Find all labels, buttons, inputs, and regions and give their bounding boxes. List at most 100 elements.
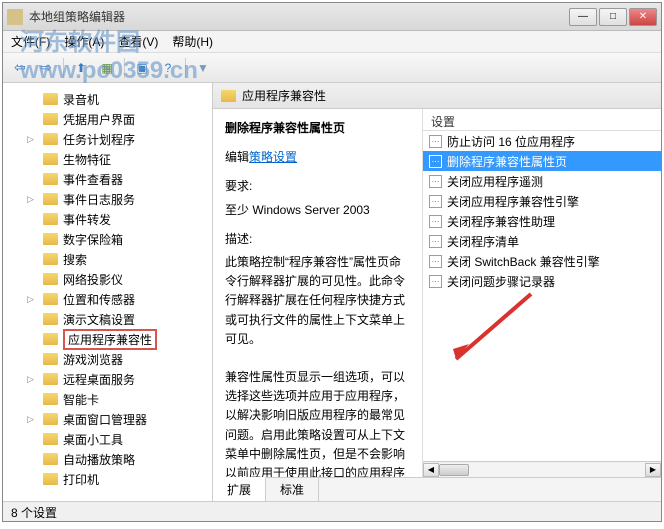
tabs: 扩展 标准 bbox=[213, 477, 661, 501]
policy-icon: ⋯ bbox=[429, 195, 442, 208]
tree-item[interactable]: 搜索 bbox=[3, 249, 212, 269]
minimize-button[interactable]: — bbox=[569, 8, 597, 26]
setting-label: 关闭问题步骤记录器 bbox=[447, 273, 555, 290]
expand-arrow-icon[interactable]: ▷ bbox=[27, 194, 34, 205]
filter-button[interactable]: ▼ bbox=[192, 57, 214, 79]
folder-icon bbox=[43, 353, 58, 365]
tree-item-label: 桌面小工具 bbox=[63, 431, 123, 448]
toolbar-separator bbox=[185, 58, 186, 78]
tree-item[interactable]: 应用程序兼容性 bbox=[3, 329, 212, 349]
expand-arrow-icon[interactable]: ▷ bbox=[27, 134, 34, 145]
tree-item[interactable]: 自动播放策略 bbox=[3, 449, 212, 469]
setting-label: 删除程序兼容性属性页 bbox=[447, 153, 567, 170]
setting-label: 防止访问 16 位应用程序 bbox=[447, 133, 575, 150]
tree-item[interactable]: 网络投影仪 bbox=[3, 269, 212, 289]
policy-icon: ⋯ bbox=[429, 155, 442, 168]
policy-icon: ⋯ bbox=[429, 215, 442, 228]
setting-row[interactable]: ⋯关闭应用程序兼容性引擎 bbox=[423, 191, 661, 211]
folder-icon bbox=[43, 253, 58, 265]
setting-row[interactable]: ⋯关闭应用程序遥测 bbox=[423, 171, 661, 191]
window-controls: — □ ✕ bbox=[569, 8, 657, 26]
tree-item[interactable]: 生物特征 bbox=[3, 149, 212, 169]
forward-button[interactable]: ⇨ bbox=[35, 57, 57, 79]
tab-standard[interactable]: 标准 bbox=[266, 477, 319, 501]
menubar: 文件(F) 操作(A) 查看(V) 帮助(H) bbox=[3, 31, 661, 53]
tree-item[interactable]: ▷位置和传感器 bbox=[3, 289, 212, 309]
folder-icon bbox=[43, 453, 58, 465]
setting-row[interactable]: ⋯ 删除程序兼容性属性页 bbox=[423, 151, 661, 171]
menu-view[interactable]: 查看(V) bbox=[118, 33, 158, 50]
edit-prefix: 编辑 bbox=[225, 150, 249, 164]
scroll-thumb[interactable] bbox=[439, 464, 469, 476]
right-header: 应用程序兼容性 bbox=[213, 83, 661, 109]
toolbar: ⇦ ⇨ ⬆ ▦ ▣ ? ▼ bbox=[3, 53, 661, 83]
expand-arrow-icon[interactable]: ▷ bbox=[27, 294, 34, 305]
tree-item[interactable]: 数字保险箱 bbox=[3, 229, 212, 249]
folder-icon bbox=[43, 373, 58, 385]
tree-item[interactable]: 桌面小工具 bbox=[3, 429, 212, 449]
folder-icon bbox=[43, 153, 58, 165]
tree-item[interactable]: 事件查看器 bbox=[3, 169, 212, 189]
folder-icon bbox=[43, 193, 58, 205]
policy-settings-link[interactable]: 策略设置 bbox=[249, 150, 297, 164]
scroll-right-button[interactable]: ▶ bbox=[645, 463, 661, 477]
tree-pane[interactable]: 录音机凭据用户界面▷任务计划程序生物特征事件查看器▷事件日志服务事件转发数字保险… bbox=[3, 83, 213, 501]
tree-item-label: 远程桌面服务 bbox=[63, 371, 135, 388]
tree-item-label: 应用程序兼容性 bbox=[63, 329, 157, 350]
tree-item[interactable]: 打印机 bbox=[3, 469, 212, 489]
scroll-left-button[interactable]: ◀ bbox=[423, 463, 439, 477]
detail-column: 删除程序兼容性属性页 编辑策略设置 要求: 至少 Windows Server … bbox=[213, 109, 423, 477]
setting-row[interactable]: ⋯关闭 SwitchBack 兼容性引擎 bbox=[423, 251, 661, 271]
tree-item[interactable]: ▷任务计划程序 bbox=[3, 129, 212, 149]
back-button[interactable]: ⇦ bbox=[9, 57, 31, 79]
scroll-track[interactable] bbox=[439, 463, 645, 477]
tree-item[interactable]: ▷ 远程桌面服务 bbox=[3, 369, 212, 389]
settings-list[interactable]: ⋯防止访问 16 位应用程序⋯删除程序兼容性属性页⋯关闭应用程序遥测⋯关闭应用程… bbox=[423, 131, 661, 461]
app-icon bbox=[7, 9, 23, 25]
tree-item[interactable]: 游戏浏览器 bbox=[3, 349, 212, 369]
req-label: 要求: bbox=[225, 177, 410, 196]
menu-file[interactable]: 文件(F) bbox=[11, 33, 50, 50]
req-value: 至少 Windows Server 2003 bbox=[225, 201, 410, 220]
body: 录音机凭据用户界面▷任务计划程序生物特征事件查看器▷事件日志服务事件转发数字保险… bbox=[3, 83, 661, 501]
tree-item-label: 事件转发 bbox=[63, 211, 111, 228]
tree-item[interactable]: ▷事件日志服务 bbox=[3, 189, 212, 209]
statusbar: 8 个设置 bbox=[3, 501, 661, 521]
menu-help[interactable]: 帮助(H) bbox=[172, 33, 213, 50]
folder-icon bbox=[43, 233, 58, 245]
setting-row[interactable]: ⋯关闭程序清单 bbox=[423, 231, 661, 251]
tab-extended[interactable]: 扩展 bbox=[213, 477, 266, 501]
tree-item-label: 桌面窗口管理器 bbox=[63, 411, 147, 428]
show-hide-button[interactable]: ▦ bbox=[96, 57, 118, 79]
tree-item[interactable]: ▷ 桌面窗口管理器 bbox=[3, 409, 212, 429]
tree-item-label: 搜索 bbox=[63, 251, 87, 268]
close-button[interactable]: ✕ bbox=[629, 8, 657, 26]
folder-icon bbox=[43, 93, 58, 105]
policy-icon: ⋯ bbox=[429, 175, 442, 188]
tree-item[interactable]: 演示文稿设置 bbox=[3, 309, 212, 329]
folder-icon bbox=[43, 293, 58, 305]
maximize-button[interactable]: □ bbox=[599, 8, 627, 26]
folder-icon bbox=[43, 333, 58, 345]
setting-row[interactable]: ⋯防止访问 16 位应用程序 bbox=[423, 131, 661, 151]
setting-row[interactable]: ⋯关闭程序兼容性助理 bbox=[423, 211, 661, 231]
tree-item[interactable]: 事件转发 bbox=[3, 209, 212, 229]
up-button[interactable]: ⬆ bbox=[70, 57, 92, 79]
folder-icon bbox=[43, 113, 58, 125]
right-header-title: 应用程序兼容性 bbox=[242, 87, 326, 104]
expand-arrow-icon[interactable]: ▷ bbox=[27, 414, 34, 425]
folder-icon bbox=[43, 433, 58, 445]
menu-action[interactable]: 操作(A) bbox=[64, 33, 104, 50]
tree-item[interactable]: 录音机 bbox=[3, 89, 212, 109]
setting-row[interactable]: ⋯关闭问题步骤记录器 bbox=[423, 271, 661, 291]
tree-item-label: 事件查看器 bbox=[63, 171, 123, 188]
export-button[interactable]: ▣ bbox=[131, 57, 153, 79]
settings-hscroll[interactable]: ◀ ▶ bbox=[423, 461, 661, 477]
folder-icon bbox=[43, 473, 58, 485]
folder-icon bbox=[43, 313, 58, 325]
tree-item[interactable]: 智能卡 bbox=[3, 389, 212, 409]
tree-item[interactable]: 凭据用户界面 bbox=[3, 109, 212, 129]
help-button[interactable]: ? bbox=[157, 57, 179, 79]
desc-body: 此策略控制“程序兼容性”属性页命令行解释器扩展的可见性。此命令行解释器扩展在任何… bbox=[225, 253, 410, 477]
expand-arrow-icon[interactable]: ▷ bbox=[27, 374, 34, 385]
